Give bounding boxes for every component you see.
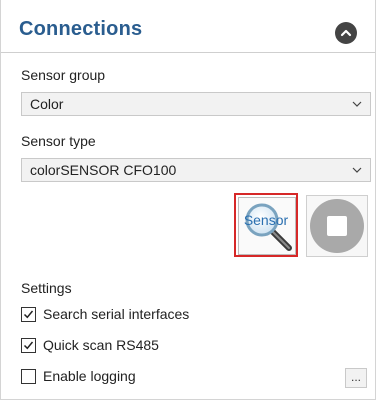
- option-label: Search serial interfaces: [43, 306, 190, 322]
- chevron-down-icon: [352, 101, 362, 107]
- checkbox-enable-logging[interactable]: [21, 369, 36, 384]
- settings-label: Settings: [21, 280, 72, 296]
- stop-icon: [310, 199, 364, 253]
- connections-panel: Connections Sensor group Color Sensor ty…: [0, 0, 376, 400]
- check-icon: [23, 310, 34, 319]
- option-label: Enable logging: [43, 368, 136, 384]
- sensor-group-value: Color: [30, 96, 64, 112]
- check-icon: [23, 341, 34, 350]
- sensor-type-label: Sensor type: [21, 133, 96, 149]
- chevron-down-icon: [352, 167, 362, 173]
- stop-button[interactable]: [306, 195, 368, 257]
- sensor-search-icon-frame: Sensor: [238, 197, 296, 255]
- sensor-type-select[interactable]: colorSENSOR CFO100: [21, 158, 371, 182]
- magnifier-icon: Sensor: [244, 203, 292, 251]
- panel-title: Connections: [19, 18, 143, 40]
- checkbox-search-serial[interactable]: [21, 307, 36, 322]
- panel-header: Connections: [1, 0, 375, 53]
- sensor-group-label: Sensor group: [21, 67, 106, 83]
- checkbox-quick-scan[interactable]: [21, 338, 36, 353]
- logging-settings-button[interactable]: ...: [345, 368, 367, 388]
- sensor-group-select[interactable]: Color: [21, 92, 371, 116]
- sensor-search-button[interactable]: Sensor: [234, 193, 298, 257]
- collapse-button[interactable]: [335, 22, 357, 44]
- option-label: Quick scan RS485: [43, 337, 159, 353]
- sensor-search-text: Sensor: [244, 212, 289, 228]
- chevron-up-icon: [340, 29, 352, 37]
- sensor-type-value: colorSENSOR CFO100: [30, 162, 177, 178]
